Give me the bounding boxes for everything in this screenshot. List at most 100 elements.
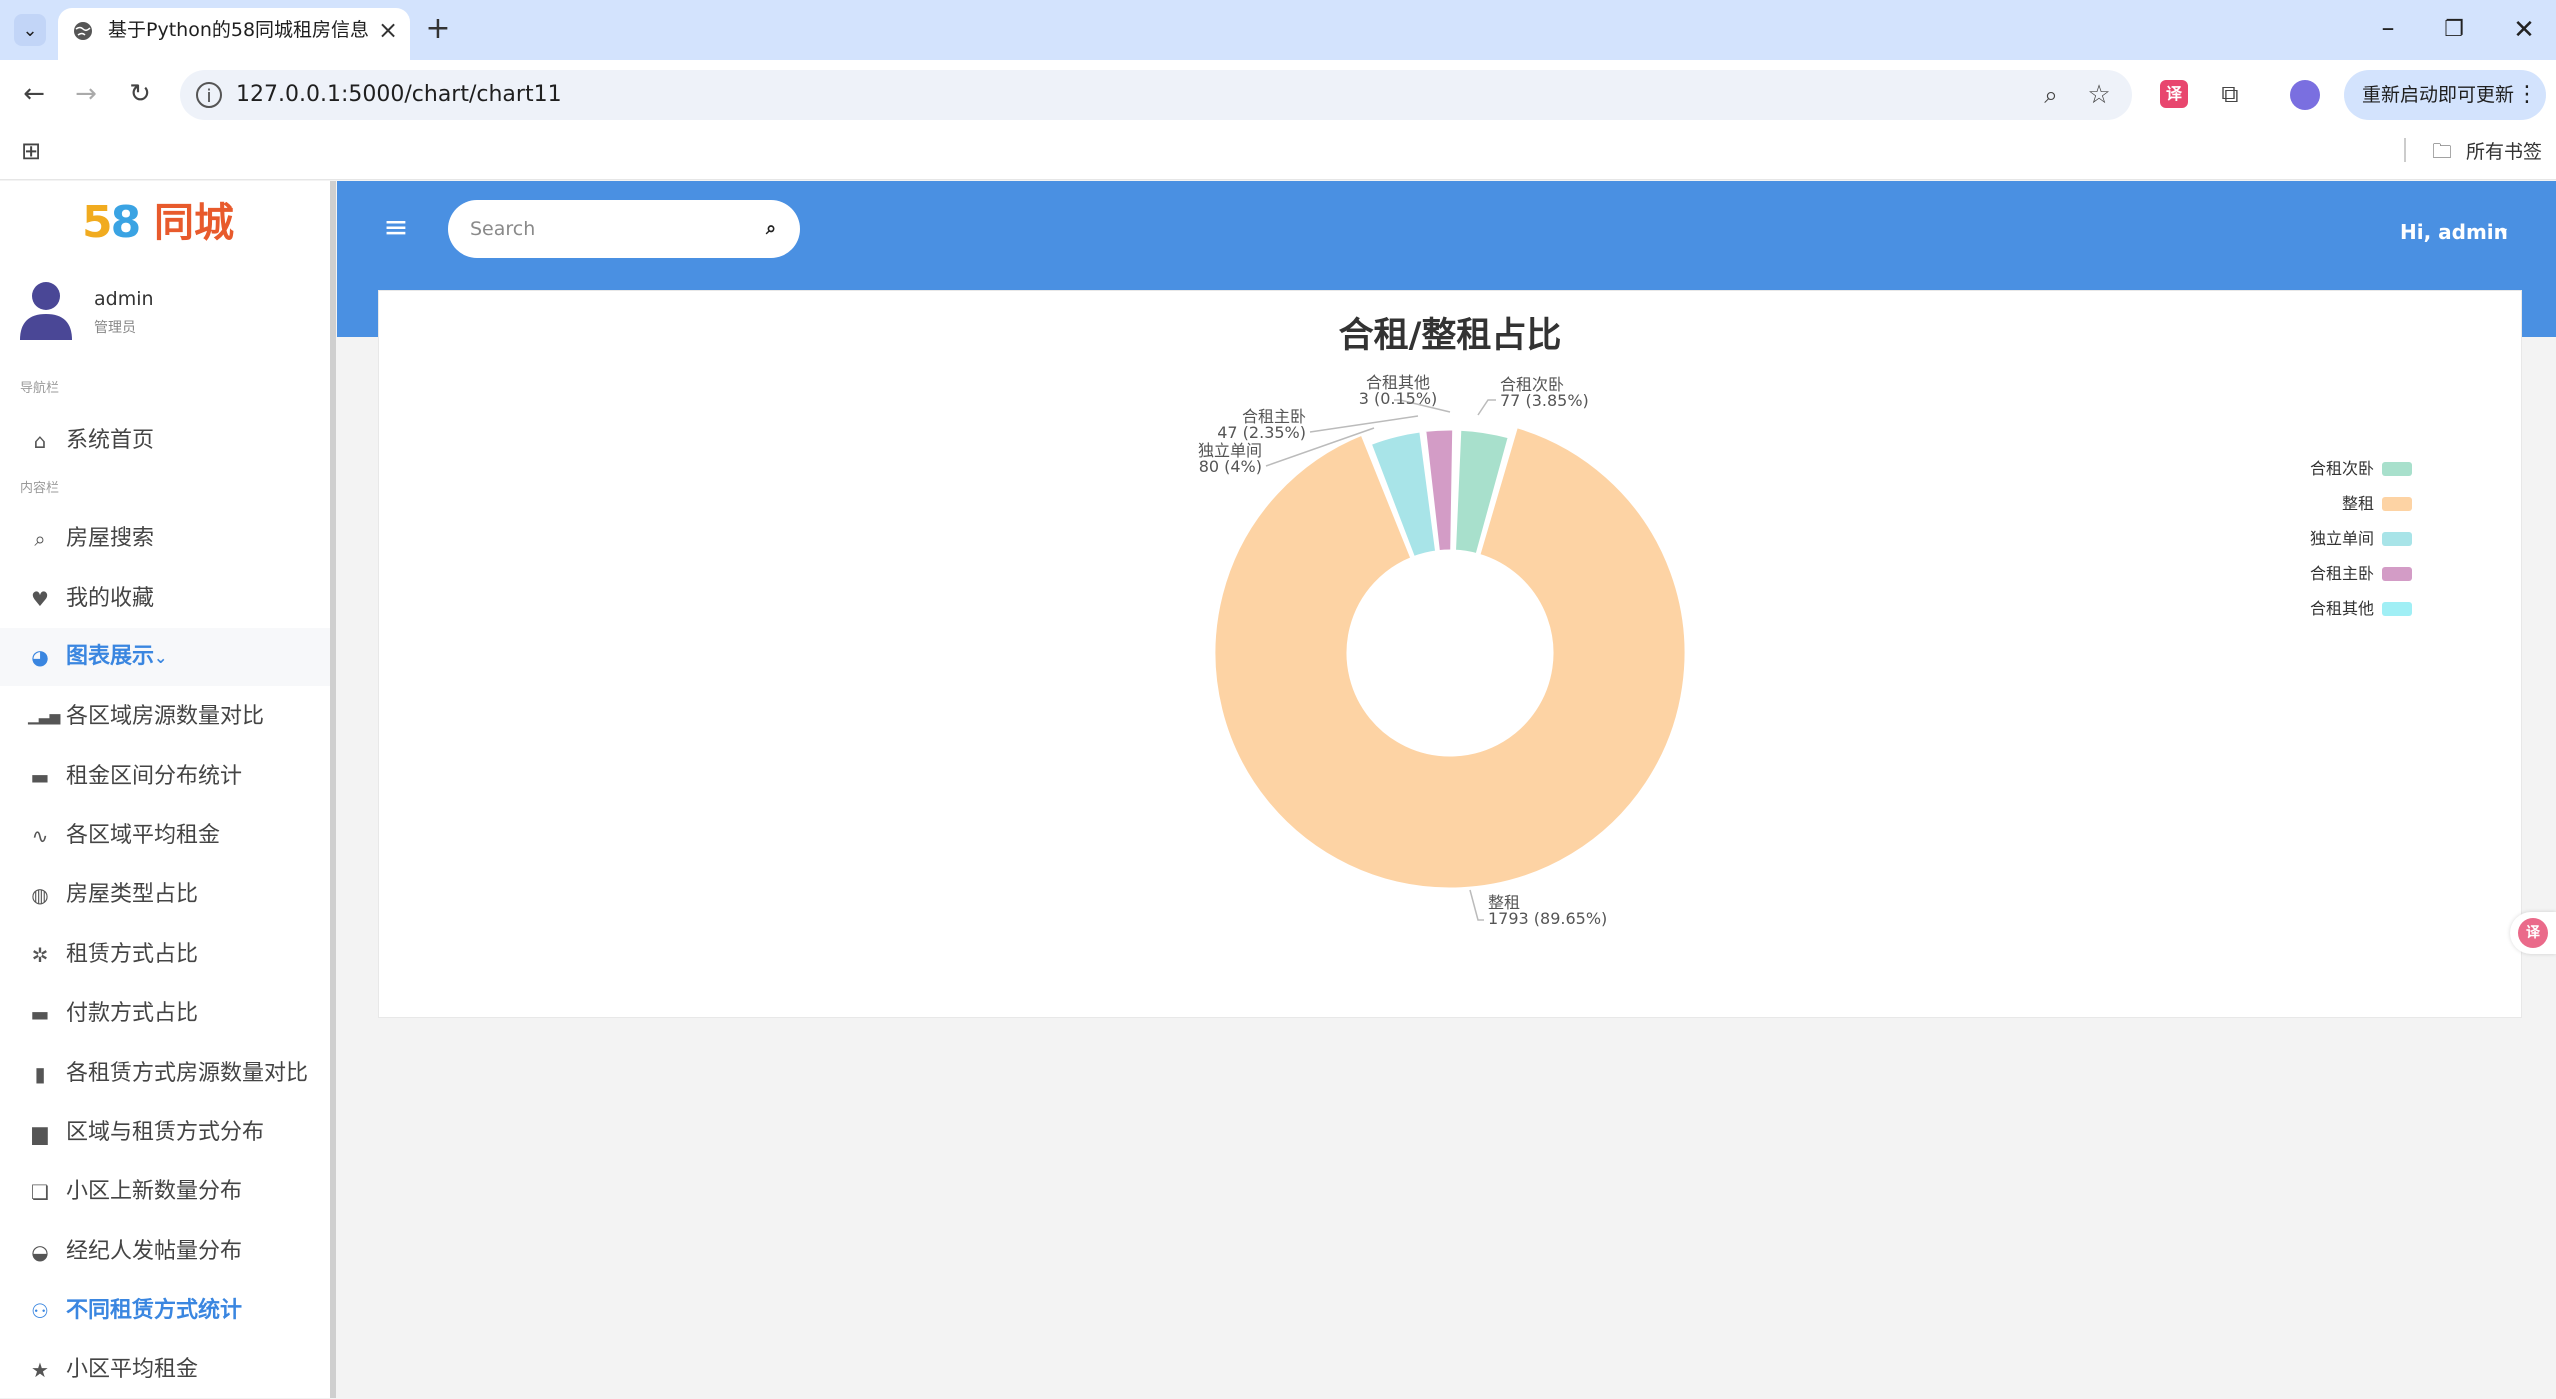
user-name: admin <box>94 288 154 310</box>
user-avatar-icon <box>20 282 72 340</box>
signal-bars-icon: ▁▃▅ <box>28 709 61 725</box>
slice-value-label: 47 (2.35%) <box>1217 423 1306 442</box>
profile-avatar-icon[interactable] <box>2290 80 2320 110</box>
legend-label[interactable]: 合租主卧 <box>2310 564 2374 583</box>
sidebar-item-label: 房屋搜索 <box>66 526 155 551</box>
section-title-nav: 导航栏 <box>20 381 60 396</box>
sidebar-item-lease-stats[interactable]: ⚇ 不同租赁方式统计 <box>0 1282 330 1340</box>
back-arrow-icon[interactable]: ← <box>14 74 54 114</box>
sidebar-item-rent-range[interactable]: ▬ 租金区间分布统计 <box>0 748 330 806</box>
window-restore-icon[interactable]: ❐ <box>2434 14 2474 46</box>
slice-value-label: 1793 (89.65%) <box>1488 909 1607 928</box>
sidebar-item-label: 系统首页 <box>66 428 155 453</box>
calendar-icon: ▆ <box>32 1121 48 1145</box>
sidebar-item-agent-posts[interactable]: ◒ 经纪人发帖量分布 <box>0 1223 330 1281</box>
section-title-content: 内容栏 <box>20 481 60 496</box>
sidebar-item-community-rent[interactable]: ★ 小区平均租金 <box>0 1341 330 1399</box>
slice-value-label: 80 (4%) <box>1199 457 1262 476</box>
extensions-puzzle-icon[interactable]: ⧉ <box>2214 78 2246 110</box>
legend-swatch[interactable] <box>2382 497 2412 511</box>
update-button-label: 重新启动即可更新 <box>2362 84 2515 106</box>
sidebar-item-payment[interactable]: ▬ 付款方式占比 <box>0 985 330 1043</box>
user-role: 管理员 <box>94 320 136 336</box>
users-icon: ⚇ <box>31 1299 49 1323</box>
sidebar-item-label: 各租赁方式房源数量对比 <box>66 1061 309 1086</box>
chevron-down-icon: ⌄ <box>154 648 168 667</box>
sidebar-item-favorites[interactable]: ♥ 我的收藏 <box>0 570 330 628</box>
sidebar-item-area-count[interactable]: ▁▃▅ 各区域房源数量对比 <box>0 688 330 746</box>
sidebar-item-label: 付款方式占比 <box>66 1001 199 1026</box>
sidebar-item-new-listings[interactable]: ❏ 小区上新数量分布 <box>0 1163 330 1221</box>
legend-label[interactable]: 独立单间 <box>2310 529 2374 548</box>
sidebar-item-label: 租赁方式占比 <box>66 942 199 967</box>
legend-label[interactable]: 整租 <box>2342 494 2374 513</box>
all-bookmarks-label[interactable]: 所有书签 <box>2466 138 2546 166</box>
sidebar-item-house-search[interactable]: ⌕ 房屋搜索 <box>0 510 330 568</box>
new-tab-plus-icon[interactable]: + <box>422 14 454 46</box>
window-close-icon[interactable]: ✕ <box>2504 14 2544 46</box>
sidebar-item-label: 经纪人发帖量分布 <box>66 1239 243 1264</box>
tab-search-chevron-icon[interactable]: ⌄ <box>14 14 46 46</box>
folder-icon[interactable]: 🗀 <box>2432 138 2458 164</box>
legend-label[interactable]: 合租次卧 <box>2310 459 2374 478</box>
bookmark-star-icon[interactable]: ☆ <box>2084 80 2114 110</box>
legend-label[interactable]: 合租其他 <box>2310 599 2374 618</box>
sidebar-item-label: 各区域平均租金 <box>66 823 221 848</box>
sidebar-item-label: 不同租赁方式统计 <box>66 1298 243 1323</box>
caret-down-icon[interactable]: ▾ <box>2500 216 2520 248</box>
apps-grid-icon[interactable]: ⊞ <box>16 136 46 166</box>
tab-title: 基于Python的58同城租房信息 <box>108 19 368 41</box>
label-leader-line <box>1309 415 1419 433</box>
legend-swatch[interactable] <box>2382 567 2412 581</box>
sidebar-item-lease-type[interactable]: ✲ 租赁方式占比 <box>0 926 330 984</box>
search-icon: ⌕ <box>34 527 46 551</box>
url-text[interactable]: 127.0.0.1:5000/chart/chart11 <box>236 78 836 112</box>
sidebar-item-label: 区域与租赁方式分布 <box>66 1120 265 1145</box>
search-icon[interactable]: ⌕ <box>756 214 786 244</box>
sidebar-item-label: 图表展示⌄ <box>66 628 328 686</box>
keyboard-icon: ▬ <box>30 765 50 789</box>
hamburger-menu-icon[interactable]: ≡ <box>378 210 414 246</box>
translate-icon[interactable]: 译 <box>2518 918 2548 948</box>
sidebar-item-area-lease[interactable]: ▆ 区域与租赁方式分布 <box>0 1104 330 1162</box>
donut-chart: 合租次卧 77 (3.85%) 合租其他 3 (0.15%) 合租主卧 47 (2.35%… <box>1198 373 2412 928</box>
sidebar-item-label: 租金区间分布统计 <box>66 764 243 789</box>
legend-swatch[interactable] <box>2382 462 2412 476</box>
sidebar-scrollbar[interactable] <box>330 181 336 1398</box>
sidebar-item-home[interactable]: ⌂ 系统首页 <box>0 412 330 470</box>
gamepad-icon: ◍ <box>31 883 49 907</box>
chart-title: 合租/整租占比 <box>1338 316 1562 356</box>
sidebar-item-label: 小区平均租金 <box>66 1357 199 1382</box>
search-input[interactable] <box>468 212 738 246</box>
globe-icon <box>74 22 92 40</box>
tab-close-icon[interactable]: × <box>374 16 402 44</box>
window-minimize-icon[interactable]: – <box>2368 14 2408 46</box>
sidebar-item-charts[interactable]: ◕ 图表展示⌄ <box>0 628 330 686</box>
bookmarks-bar <box>0 128 2556 180</box>
legend-swatch[interactable] <box>2382 602 2412 616</box>
site-info-icon[interactable]: i <box>196 82 222 108</box>
star-icon: ★ <box>31 1358 49 1382</box>
book-icon: ▮ <box>34 1062 46 1086</box>
sidebar-item-charts-text: 图表展示 <box>66 644 155 669</box>
sidebar-item-label: 房屋类型占比 <box>66 882 199 907</box>
snowflake-icon: ✲ <box>31 943 49 967</box>
gauge-icon: ◒ <box>31 1240 49 1264</box>
slice-value-label: 77 (3.85%) <box>1500 391 1589 410</box>
more-vertical-icon[interactable]: ⋮ <box>2516 80 2538 110</box>
heart-icon: ♥ <box>31 587 49 611</box>
legend-swatch[interactable] <box>2382 532 2412 546</box>
forward-arrow-icon[interactable]: → <box>66 74 106 114</box>
sidebar-item-avg-rent[interactable]: ∿ 各区域平均租金 <box>0 807 330 865</box>
reload-icon[interactable]: ↻ <box>120 74 160 114</box>
sidebar-item-house-type[interactable]: ◍ 房屋类型占比 <box>0 866 330 924</box>
label-leader-line <box>1477 399 1496 416</box>
translate-extension-icon[interactable]: 译 <box>2160 80 2188 108</box>
site-logo-number[interactable]: 58 <box>82 198 152 248</box>
site-logo-text[interactable]: 同城 <box>154 198 274 248</box>
zoom-magnifier-icon[interactable]: ⌕ <box>2036 80 2066 110</box>
sidebar-item-label: 我的收藏 <box>66 586 155 611</box>
label-leader-line <box>1469 889 1484 921</box>
sidebar-item-lease-count[interactable]: ▮ 各租赁方式房源数量对比 <box>0 1045 330 1103</box>
comments-icon: ❏ <box>31 1180 49 1204</box>
